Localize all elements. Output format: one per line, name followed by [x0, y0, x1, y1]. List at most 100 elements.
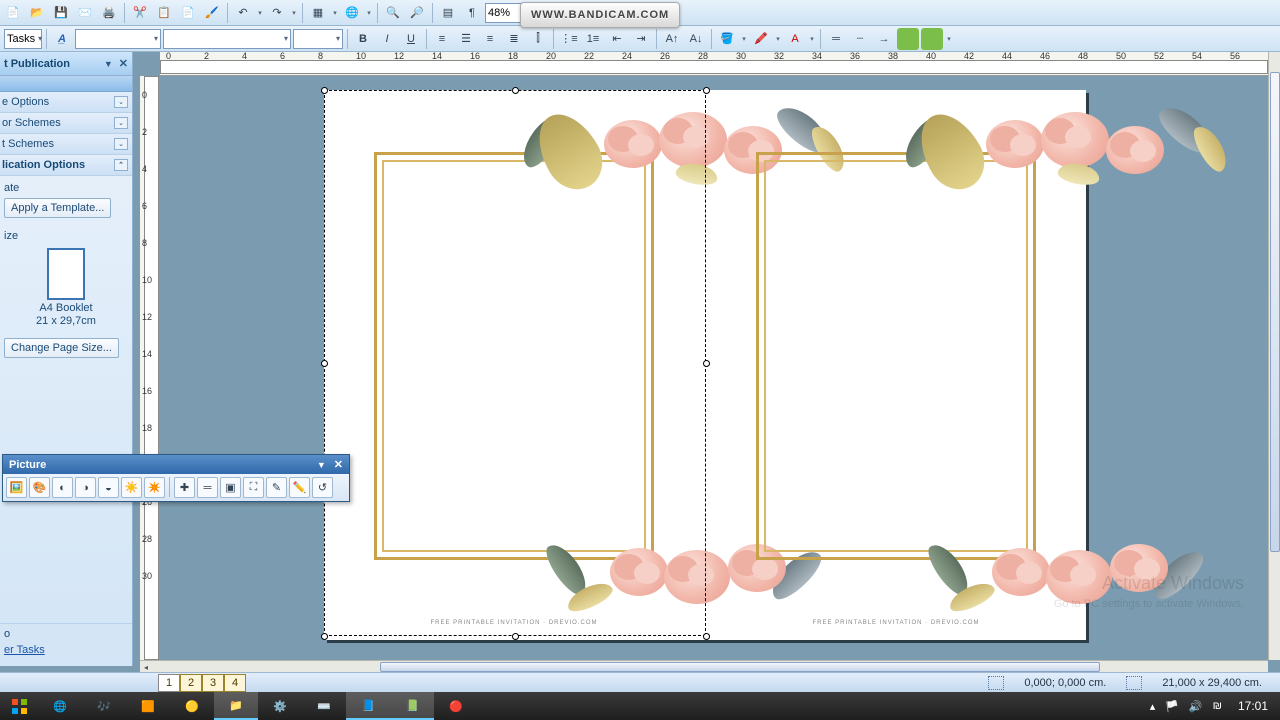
align-right-icon[interactable]: ≡: [479, 28, 501, 50]
picture-toolbar-title[interactable]: Picture ▼ ✕: [3, 455, 349, 474]
redo-dropdown[interactable]: ▾: [290, 9, 298, 17]
more-contrast-icon[interactable]: ◐: [52, 477, 73, 498]
zoom-out-icon[interactable]: 🔍: [382, 2, 404, 24]
taskbar-app-word[interactable]: 📘: [346, 692, 390, 720]
horizontal-scrollbar[interactable]: ◂: [140, 660, 1268, 672]
distribute-icon[interactable]: ⫿: [527, 28, 549, 50]
tray-up-icon[interactable]: ▴: [1150, 700, 1156, 713]
toolbar-menu-icon[interactable]: ▼: [317, 460, 326, 470]
section-publication-options[interactable]: lication Options⌃: [0, 155, 132, 176]
resize-handle-n[interactable]: [512, 87, 519, 94]
font-color-icon[interactable]: A: [784, 28, 806, 50]
format-painter-icon[interactable]: 🖌️: [201, 2, 223, 24]
tray-network-icon[interactable]: ₪: [1213, 700, 1222, 712]
set-transparent-icon[interactable]: ✏️: [289, 477, 310, 498]
italic-icon[interactable]: I: [376, 28, 398, 50]
tray-volume-icon[interactable]: 🔊: [1189, 700, 1203, 713]
page-size-thumbnail[interactable]: [47, 248, 85, 300]
paste-icon[interactable]: 📄: [177, 2, 199, 24]
shadow-style-icon[interactable]: [921, 28, 943, 50]
taskbar-app-explorer[interactable]: 📁: [214, 692, 258, 720]
align-center-icon[interactable]: ☰: [455, 28, 477, 50]
new-icon[interactable]: 📄: [2, 2, 24, 24]
justify-icon[interactable]: ≣: [503, 28, 525, 50]
zoom-in-icon[interactable]: 🔎: [406, 2, 428, 24]
mail-icon[interactable]: ✉️: [74, 2, 96, 24]
line-style-icon[interactable]: ═: [197, 477, 218, 498]
close-icon[interactable]: ✕: [119, 57, 128, 70]
scroll-thumb[interactable]: [380, 662, 1100, 672]
text-wrap-icon[interactable]: ▣: [220, 477, 241, 498]
horizontal-ruler[interactable]: 0246810121416182022242628303234363840424…: [160, 52, 1268, 76]
section-page-options[interactable]: e Options⌄: [0, 92, 132, 113]
format-picture-icon[interactable]: ⛶: [243, 477, 264, 498]
undo-dropdown[interactable]: ▾: [256, 9, 264, 17]
resize-handle-s[interactable]: [512, 633, 519, 640]
other-tasks-link[interactable]: er Tasks: [4, 644, 128, 656]
columns-icon[interactable]: ▤: [437, 2, 459, 24]
less-contrast-icon[interactable]: ◑: [75, 477, 96, 498]
numbering-icon[interactable]: 1≡: [582, 28, 604, 50]
fill-color-icon[interactable]: 🪣: [716, 28, 738, 50]
bullets-icon[interactable]: ⋮≡: [558, 28, 580, 50]
taskbar-app-notes[interactable]: 🟡: [170, 692, 214, 720]
more-brightness-icon[interactable]: ◒: [98, 477, 119, 498]
resize-handle-e[interactable]: [703, 360, 710, 367]
compress-icon[interactable]: ✴️: [144, 477, 165, 498]
taskbar-app-chrome[interactable]: 🌐: [38, 692, 82, 720]
section-font-schemes[interactable]: t Schemes⌄: [0, 134, 132, 155]
redo-icon[interactable]: ↷: [266, 2, 288, 24]
font-size-combo[interactable]: ▾: [293, 29, 343, 49]
section-color-schemes[interactable]: or Schemes⌄: [0, 113, 132, 134]
styles-icon[interactable]: A̲: [51, 28, 73, 50]
resize-handle-se[interactable]: [703, 633, 710, 640]
taskpane-menu-icon[interactable]: ▼: [104, 59, 113, 69]
vertical-scrollbar[interactable]: [1268, 52, 1280, 660]
start-button[interactable]: [0, 692, 38, 720]
insert-icon[interactable]: ▦: [307, 2, 329, 24]
style-combo[interactable]: ▾: [75, 29, 161, 49]
web-icon[interactable]: 🌐: [341, 2, 363, 24]
resize-handle-nw[interactable]: [321, 87, 328, 94]
page-tab-3[interactable]: 3: [202, 674, 224, 692]
canvas[interactable]: FREE PRINTABLE INVITATION · DREVIO.COM: [160, 76, 1268, 660]
arrow-style-icon[interactable]: →: [873, 28, 895, 50]
taskbar-app-keyboard[interactable]: ⌨️: [302, 692, 346, 720]
open-icon[interactable]: 📂: [26, 2, 48, 24]
bold-icon[interactable]: B: [352, 28, 374, 50]
print-icon[interactable]: 🖨️: [98, 2, 120, 24]
tray-clock[interactable]: 17:01: [1232, 699, 1274, 713]
page-tab-2[interactable]: 2: [180, 674, 202, 692]
crop-icon[interactable]: ✚: [174, 477, 195, 498]
copy-icon[interactable]: 📋: [153, 2, 175, 24]
less-brightness-icon[interactable]: ☀️: [121, 477, 142, 498]
page-tab-4[interactable]: 4: [224, 674, 246, 692]
color-icon[interactable]: 🎨: [29, 477, 50, 498]
undo-icon[interactable]: ↶: [232, 2, 254, 24]
dash-style-icon[interactable]: ┄: [849, 28, 871, 50]
paragraph-marks-icon[interactable]: ¶: [461, 2, 483, 24]
taskbar-app-settings[interactable]: ⚙️: [258, 692, 302, 720]
cut-icon[interactable]: ✂️: [129, 2, 151, 24]
shrink-font-icon[interactable]: A↓: [685, 28, 707, 50]
tasks-combo[interactable]: Tasks▾: [4, 29, 42, 49]
taskbar-app-media[interactable]: 🟧: [126, 692, 170, 720]
reset-picture-icon[interactable]: ↺: [312, 477, 333, 498]
highlight-icon[interactable]: 🖍️: [750, 28, 772, 50]
taskbar-app-publisher[interactable]: 📗: [390, 692, 434, 720]
indent-icon[interactable]: ⇥: [630, 28, 652, 50]
font-combo[interactable]: ▾: [163, 29, 291, 49]
vertical-ruler[interactable]: 02468101214161824262830: [140, 76, 160, 660]
change-page-size-button[interactable]: Change Page Size...: [4, 338, 119, 358]
page-tab-1[interactable]: 1: [158, 674, 180, 692]
taskbar-app-music[interactable]: 🎶: [82, 692, 126, 720]
outdent-icon[interactable]: ⇤: [606, 28, 628, 50]
close-icon[interactable]: ✕: [334, 458, 343, 471]
picture-toolbar[interactable]: Picture ▼ ✕ 🖼️ 🎨 ◐ ◑ ◒ ☀️ ✴️ ✚ ═ ▣ ⛶ ✎ ✏…: [2, 454, 350, 502]
taskbar-app-recorder[interactable]: 🔴: [434, 692, 478, 720]
align-left-icon[interactable]: ≡: [431, 28, 453, 50]
underline-icon[interactable]: U: [400, 28, 422, 50]
tray-flag-icon[interactable]: 🏳️: [1165, 700, 1179, 713]
resize-handle-sw[interactable]: [321, 633, 328, 640]
apply-template-button[interactable]: Apply a Template...: [4, 198, 111, 218]
